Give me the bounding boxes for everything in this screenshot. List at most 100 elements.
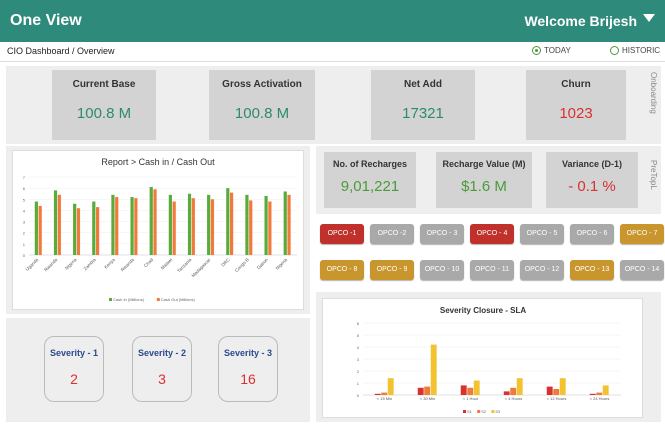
bar-cash-out-millions-[interactable]	[134, 198, 138, 255]
opco-button-1[interactable]: OPCO -1	[320, 224, 364, 244]
bar-s2[interactable]	[424, 386, 431, 395]
bar-s2[interactable]	[596, 392, 603, 395]
bar-cash-out-millions-[interactable]	[249, 200, 253, 255]
bar-s3[interactable]	[602, 385, 609, 395]
bar-s3[interactable]	[559, 378, 566, 395]
user-menu-chevron-down-icon[interactable]	[643, 14, 655, 22]
opco-button-12[interactable]: OPCO - 12	[520, 260, 564, 280]
kpi-churn[interactable]: Churn 1023	[526, 70, 626, 140]
opco-button-11[interactable]: OPCO - 11	[470, 260, 514, 280]
kpi-gross-activation[interactable]: Gross Activation 100.8 M	[209, 70, 315, 140]
onboarding-side-label: Onboarding	[649, 72, 658, 114]
bar-s1[interactable]	[503, 391, 510, 395]
y-tick-label: 5	[357, 333, 360, 338]
bar-cash-out-millions-[interactable]	[153, 189, 157, 255]
opco-button-14[interactable]: OPCO - 14	[620, 260, 664, 280]
radio-selected-icon	[532, 46, 541, 55]
bar-cash-out-millions-[interactable]	[76, 208, 81, 255]
bar-cash-out-millions-[interactable]	[191, 198, 195, 255]
opco-button-7[interactable]: OPCO - 7	[620, 224, 664, 244]
bar-s3[interactable]	[473, 380, 480, 395]
radio-unselected-icon	[610, 46, 619, 55]
severity-sla-chart: Severity Closure - SLA 0 1 2 3 4 5 6 < 15 Min < 3…	[322, 298, 643, 418]
kpi-label: No. of Recharges	[332, 159, 408, 169]
user-welcome[interactable]: Welcome Brijesh	[524, 13, 637, 29]
opco-button-5[interactable]: OPCO - 5	[520, 224, 564, 244]
kpi-variance[interactable]: Variance (D-1) - 0.1 %	[546, 152, 638, 208]
bar-cash-out-millions-[interactable]	[172, 201, 176, 255]
bar-s1[interactable]	[374, 393, 381, 395]
bar-s3[interactable]	[516, 378, 523, 395]
bar-cash-in-millions-[interactable]	[149, 187, 153, 255]
bar-cash-in-millions-[interactable]	[73, 203, 77, 255]
x-tick-label: < 24 Hours	[590, 396, 610, 401]
opco-button-4[interactable]: OPCO - 4	[470, 224, 514, 244]
x-tick-label: < 12 Hours	[547, 396, 567, 401]
severity-2-card[interactable]: Severity - 2 3	[132, 336, 192, 402]
bar-cash-in-millions-[interactable]	[168, 194, 172, 255]
top-bar: One View Welcome Brijesh	[0, 0, 665, 42]
opco-button-8[interactable]: OPCO - 8	[320, 260, 364, 280]
severity-1-card[interactable]: Severity - 1 2	[44, 336, 104, 402]
y-tick-label: 4	[23, 208, 26, 213]
kpi-label: Churn	[561, 79, 591, 90]
opco-button-2[interactable]: OPCO -2	[370, 224, 414, 244]
breadcrumb: CIO Dashboard / Overview	[7, 46, 115, 56]
opco-button-6[interactable]: OPCO - 6	[570, 224, 614, 244]
bar-cash-out-millions-[interactable]	[96, 207, 100, 255]
kpi-label: Current Base	[72, 79, 136, 90]
bar-s2[interactable]	[553, 389, 560, 395]
bar-cash-in-millions-[interactable]	[187, 193, 192, 255]
y-tick-label: 2	[357, 369, 360, 374]
severity-value: 16	[240, 371, 256, 387]
kpi-value: 17321	[402, 105, 444, 122]
opco-button-13[interactable]: OPCO - 13	[570, 260, 614, 280]
breadcrumb-bar: CIO Dashboard / Overview TODAY HISTORIC	[0, 42, 665, 62]
kpi-recharge-value[interactable]: Recharge Value (M) $1.6 M	[436, 152, 532, 208]
bar-cash-out-millions-[interactable]	[38, 205, 42, 255]
bar-cash-in-millions-[interactable]	[283, 191, 287, 255]
x-tick-label: Congo B	[234, 257, 250, 273]
x-tick-label: Rwanda	[120, 257, 136, 273]
bar-cash-in-millions-[interactable]	[130, 197, 134, 255]
bar-s2[interactable]	[381, 392, 388, 395]
bar-s3[interactable]	[430, 344, 437, 395]
bar-cash-out-millions-[interactable]	[230, 192, 234, 255]
bar-s1[interactable]	[546, 386, 553, 395]
bar-cash-in-millions-[interactable]	[245, 194, 249, 255]
severity-value: 2	[70, 371, 78, 387]
today-radio[interactable]: TODAY	[532, 46, 571, 55]
bar-cash-in-millions-[interactable]	[111, 194, 115, 255]
bar-cash-out-millions-[interactable]	[268, 201, 272, 255]
bar-s2[interactable]	[467, 387, 474, 395]
bar-cash-out-millions-[interactable]	[210, 199, 215, 255]
bar-s3[interactable]	[387, 378, 394, 395]
bar-cash-in-millions-[interactable]	[34, 201, 38, 255]
y-tick-label: 0	[23, 253, 26, 258]
bar-cash-in-millions-[interactable]	[207, 194, 211, 255]
kpi-label: Variance (D-1)	[561, 159, 623, 169]
severity-3-card[interactable]: Severity - 3 16	[218, 336, 278, 402]
bar-cash-out-millions-[interactable]	[287, 194, 291, 255]
severity-panel: Severity - 1 2 Severity - 2 3 Severity -…	[6, 318, 310, 422]
bar-cash-in-millions-[interactable]	[53, 190, 58, 255]
kpi-current-base[interactable]: Current Base 100.8 M	[52, 70, 156, 140]
opco-button-10[interactable]: OPCO - 10	[420, 260, 464, 280]
y-tick-label: 2	[23, 231, 26, 236]
bar-cash-in-millions-[interactable]	[92, 201, 96, 255]
opco-button-3[interactable]: OPCO - 3	[420, 224, 464, 244]
opco-button-9[interactable]: OPCO - 9	[370, 260, 414, 280]
bar-s1[interactable]	[460, 385, 467, 395]
bar-cash-in-millions-[interactable]	[226, 188, 230, 255]
bar-s2[interactable]	[510, 387, 517, 395]
bar-cash-in-millions-[interactable]	[264, 195, 268, 255]
kpi-net-add[interactable]: Net Add 17321	[371, 70, 475, 140]
bar-s1[interactable]	[417, 387, 424, 395]
bar-s1[interactable]	[589, 393, 596, 395]
x-tick-label: Gabon	[256, 257, 269, 270]
kpi-label: Recharge Value (M)	[442, 159, 526, 169]
bar-cash-out-millions-[interactable]	[57, 194, 61, 255]
bar-cash-out-millions-[interactable]	[115, 197, 119, 255]
historic-radio[interactable]: HISTORIC	[610, 46, 660, 55]
kpi-recharges[interactable]: No. of Recharges 9,01,221	[324, 152, 416, 208]
